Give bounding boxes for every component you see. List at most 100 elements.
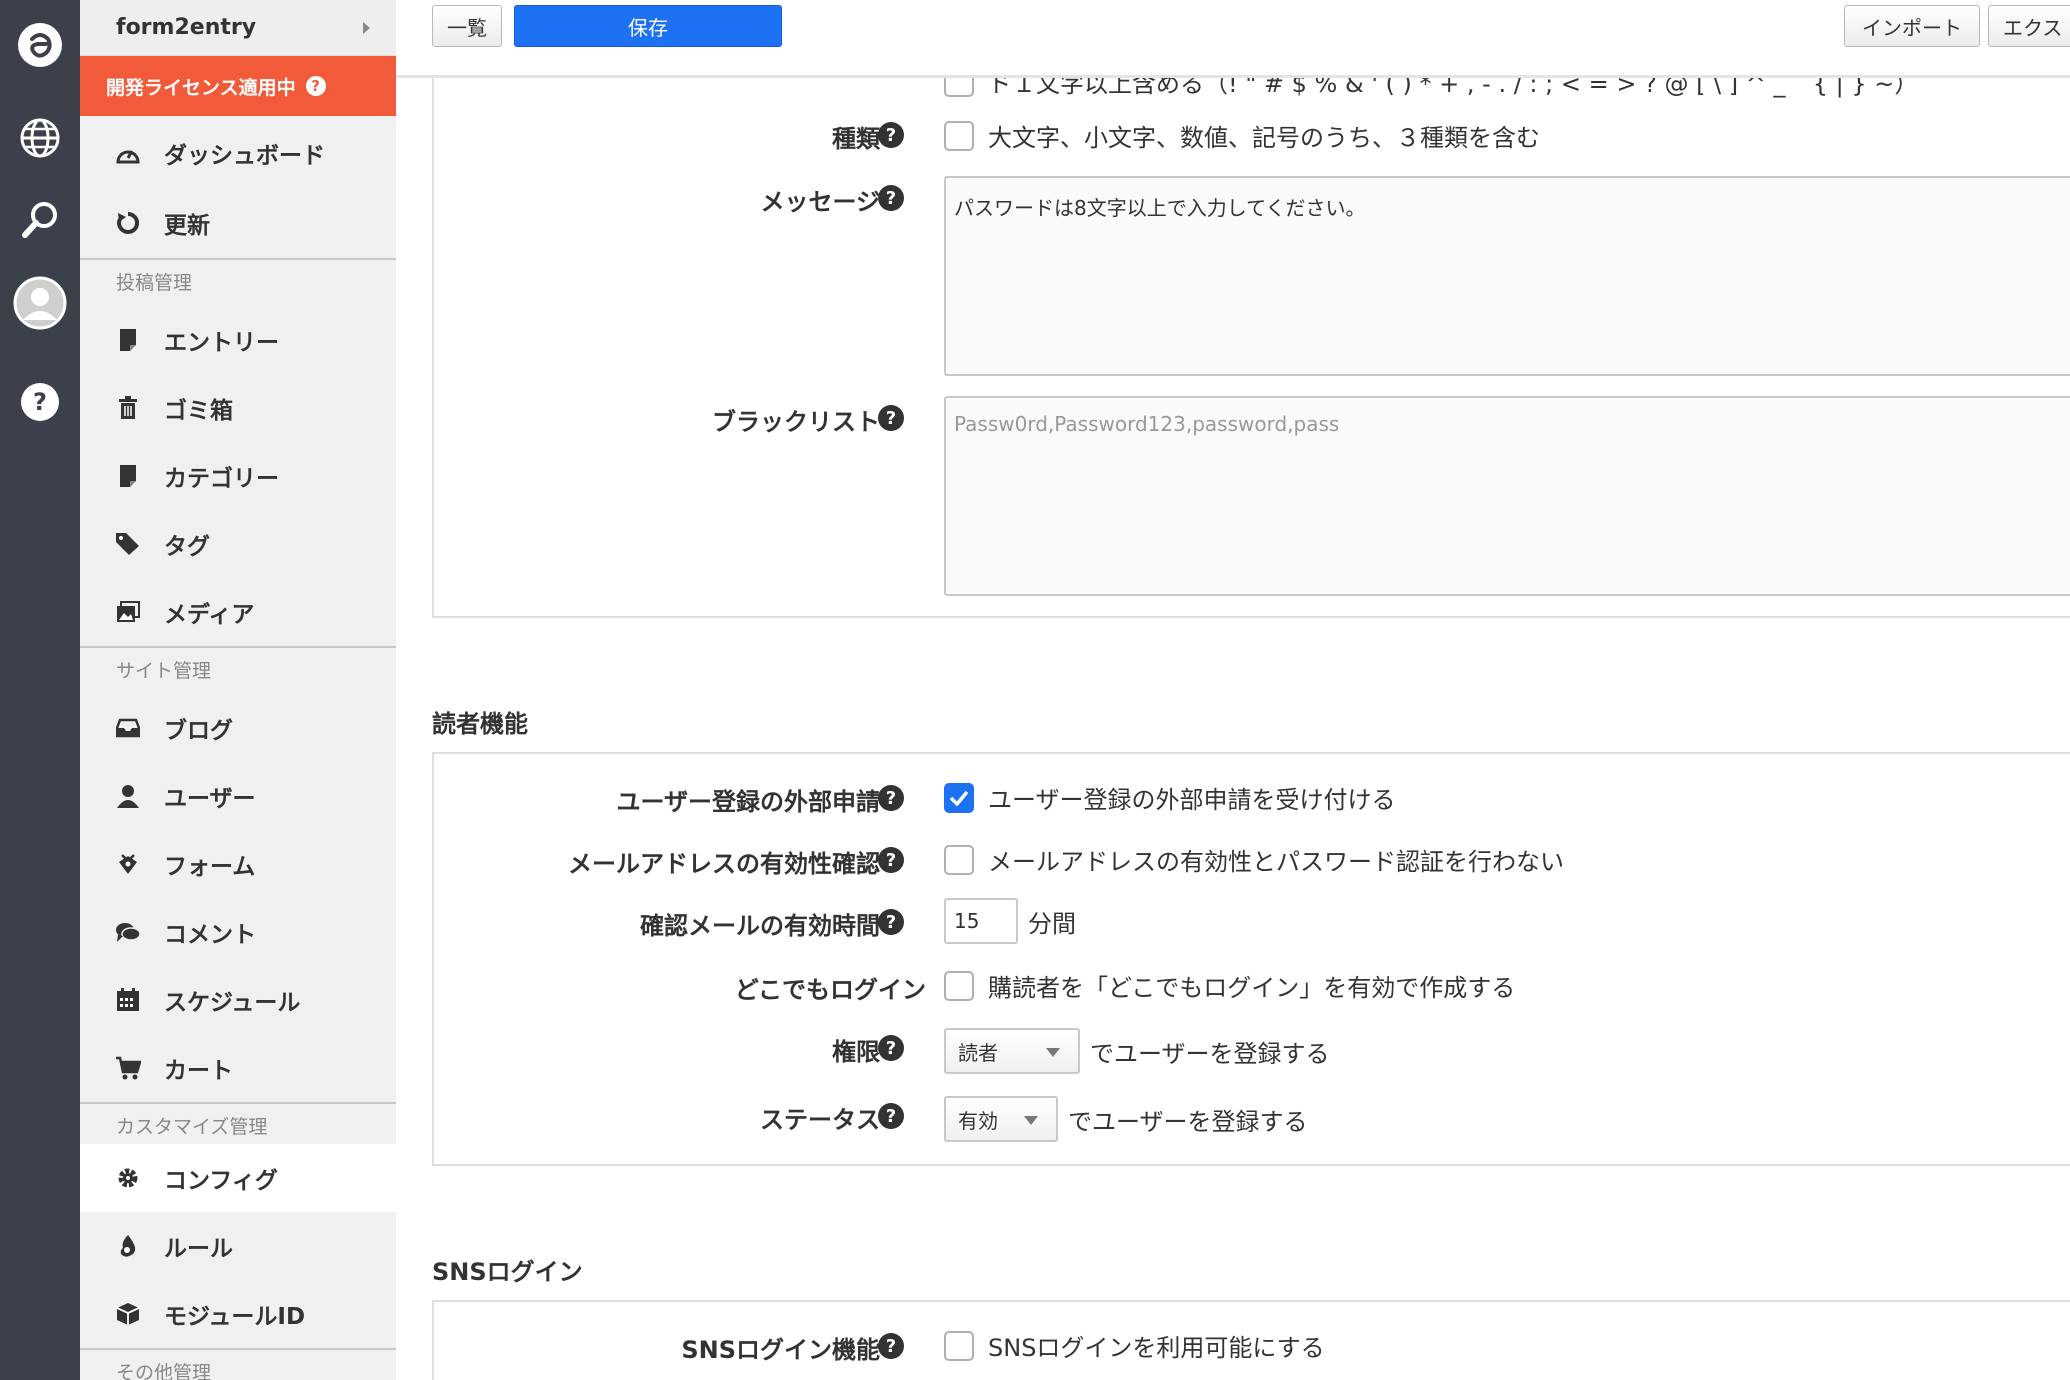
refresh-icon xyxy=(114,209,142,237)
search-icon[interactable] xyxy=(0,180,80,260)
list-button[interactable]: 一覧 xyxy=(432,5,502,47)
password-blacklist-label: ブラックリスト xyxy=(712,408,880,436)
sidebar-item-label: ルール xyxy=(164,1236,233,1262)
sidebar-group-heading: サイト管理 xyxy=(80,646,396,694)
help-icon[interactable]: ? xyxy=(878,1103,904,1129)
sidebar-group-heading: その他管理 xyxy=(80,1348,396,1380)
sidebar-item-label: フォーム xyxy=(164,854,256,880)
category-icon xyxy=(114,462,142,490)
help-icon[interactable]: ? xyxy=(878,122,904,148)
license-badge[interactable]: 開発ライセンス適用中 ? xyxy=(80,56,396,116)
sidebar-item-user[interactable]: ユーザー xyxy=(80,762,396,830)
sidebar-item-cart[interactable]: カート xyxy=(80,1034,396,1102)
comment-icon xyxy=(114,918,142,946)
auth-control: 読者 でユーザーを登録する xyxy=(944,1028,1330,1074)
form-icon xyxy=(114,850,142,878)
export-button[interactable]: エクス xyxy=(1988,5,2070,47)
sidebar-item-tag[interactable]: タグ xyxy=(80,510,396,578)
status-label: ステータス xyxy=(760,1106,880,1134)
sidebar-item-form[interactable]: フォーム xyxy=(80,830,396,898)
reader-settings-panel: ユーザー登録の外部申請 ? ユーザー登録の外部申請を受け付ける メールアドレスの… xyxy=(432,752,2070,1166)
dashboard-icon xyxy=(114,139,142,167)
password-message-label: メッセージ xyxy=(760,188,880,216)
sidebar-item-entry[interactable]: エントリー xyxy=(80,306,396,374)
anywhere-login-checkbox[interactable] xyxy=(944,970,974,1001)
confirm-mail-expire-input[interactable] xyxy=(944,898,1018,944)
icon-rail: ? xyxy=(0,0,80,1380)
user-avatar-icon[interactable] xyxy=(0,263,80,343)
auth-select[interactable]: 読者 xyxy=(944,1028,1080,1074)
import-button[interactable]: インポート xyxy=(1844,5,1980,47)
chevron-down-icon xyxy=(1024,1116,1038,1125)
sns-login-text: SNSログインを利用可能にする xyxy=(988,1334,1325,1362)
save-button[interactable]: 保存 xyxy=(514,5,782,47)
password-kind-label: 種類 xyxy=(832,125,880,153)
site-selector[interactable]: form2entry xyxy=(80,0,396,56)
sidebar-item-schedule[interactable]: スケジュール xyxy=(80,966,396,1034)
help-icon[interactable]: ? xyxy=(878,185,904,211)
auth-label: 権限 xyxy=(832,1038,880,1066)
sidebar-item-media[interactable]: メディア xyxy=(80,578,396,646)
sns-login-checkbox[interactable] xyxy=(944,1330,974,1361)
license-help-icon[interactable]: ? xyxy=(305,76,326,96)
email-verification-label: メールアドレスの有効性確認 xyxy=(568,850,880,878)
main-content: 一覧 保存 インポート エクス ド１文字以上含める（! " # $ % & ' … xyxy=(396,0,2070,1380)
password-kind-control: 大文字、小文字、数値、記号のうち、３種類を含む xyxy=(944,118,1540,153)
sidebar-item-label: メディア xyxy=(164,602,255,628)
status-select-value: 有効 xyxy=(958,1108,998,1133)
email-verification-checkbox[interactable] xyxy=(944,844,974,875)
trash-icon xyxy=(114,394,142,422)
sns-settings-panel: SNSログイン機能 ? SNSログインを利用可能にする xyxy=(432,1300,2070,1380)
media-icon xyxy=(114,598,142,626)
check-icon xyxy=(949,790,969,806)
external-application-checkbox[interactable] xyxy=(944,782,974,813)
sidebar-item-label: ダッシュボード xyxy=(164,143,325,169)
sidebar-item-label: エントリー xyxy=(164,330,279,356)
sidebar-item-comment[interactable]: コメント xyxy=(80,898,396,966)
sidebar-item-blog[interactable]: ブログ xyxy=(80,694,396,762)
sidebar-item-rule[interactable]: ルール xyxy=(80,1212,396,1280)
status-control: 有効 でユーザーを登録する xyxy=(944,1096,1308,1142)
sidebar-item-label: ブログ xyxy=(164,718,233,744)
sns-section-title: SNSログイン xyxy=(432,1258,583,1286)
help-icon[interactable]: ? xyxy=(878,405,904,431)
help-icon[interactable]: ? xyxy=(0,362,80,442)
password-kind-text: 大文字、小文字、数値、記号のうち、３種類を含む xyxy=(988,124,1540,152)
acms-logo-icon[interactable] xyxy=(0,5,80,85)
password-kind-checkbox[interactable] xyxy=(944,120,974,151)
password-blacklist-textarea[interactable] xyxy=(944,396,2070,596)
sidebar-item-config[interactable]: コンフィグ xyxy=(80,1144,396,1212)
password-message-textarea[interactable]: パスワードは8文字以上で入力してください。 xyxy=(944,176,2070,376)
sidebar-item-label: コメント xyxy=(164,922,256,948)
sidebar-item-label: スケジュール xyxy=(164,990,301,1016)
sidebar-item-trash[interactable]: ゴミ箱 xyxy=(80,374,396,442)
status-select[interactable]: 有効 xyxy=(944,1096,1058,1142)
anywhere-login-control: 購読者を「どこでもログイン」を有効で作成する xyxy=(944,968,1515,1003)
help-icon[interactable]: ? xyxy=(878,847,904,873)
help-icon[interactable]: ? xyxy=(878,785,904,811)
help-icon[interactable]: ? xyxy=(878,1035,904,1061)
confirm-mail-expire-label: 確認メールの有効時間 xyxy=(640,912,880,940)
sidebar: form2entry 開発ライセンス適用中 ? ダッシュボード 更新 投稿管理 … xyxy=(80,0,396,1380)
help-icon[interactable]: ? xyxy=(878,909,904,935)
sidebar-item-category[interactable]: カテゴリー xyxy=(80,442,396,510)
calendar-icon xyxy=(114,986,142,1014)
chevron-right-icon xyxy=(363,22,370,34)
site-name: form2entry xyxy=(116,15,257,40)
auth-select-value: 読者 xyxy=(958,1040,998,1065)
module-icon xyxy=(114,1300,142,1328)
sidebar-item-dashboard[interactable]: ダッシュボード xyxy=(80,118,396,188)
auth-suffix-text: でユーザーを登録する xyxy=(1090,1039,1330,1068)
external-application-control: ユーザー登録の外部申請を受け付ける xyxy=(944,780,1396,815)
email-verification-text: メールアドレスの有効性とパスワード認証を行わない xyxy=(988,848,1564,876)
toolbar: 一覧 保存 インポート エクス xyxy=(396,0,2070,78)
rule-icon xyxy=(114,1232,142,1260)
user-icon xyxy=(114,782,142,810)
globe-icon[interactable] xyxy=(0,98,80,178)
sidebar-item-label: モジュールID xyxy=(164,1304,306,1330)
help-icon[interactable]: ? xyxy=(878,1333,904,1359)
cart-icon xyxy=(114,1054,142,1082)
sidebar-item-module-id[interactable]: モジュールID xyxy=(80,1280,396,1348)
sidebar-item-refresh[interactable]: 更新 xyxy=(80,188,396,258)
svg-text:?: ? xyxy=(33,388,47,416)
